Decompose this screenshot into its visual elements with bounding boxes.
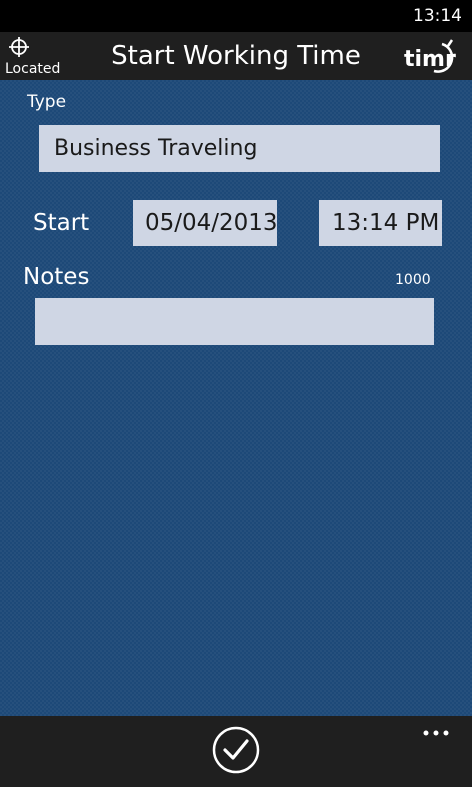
status-time: 13:14 [413, 6, 462, 26]
notes-char-counter: 1000 [395, 272, 431, 288]
start-time-picker[interactable]: 13:14 PM [319, 200, 442, 246]
timr-logo: timr [404, 38, 466, 76]
check-circle-icon [212, 726, 260, 774]
notes-input[interactable] [35, 298, 434, 345]
start-label: Start [33, 210, 90, 236]
app-bar [0, 716, 472, 787]
logo-clock-icon [433, 39, 454, 73]
ellipsis-icon [423, 730, 449, 736]
form-area: Type Business Traveling Start 05/04/2013… [0, 80, 472, 716]
type-label: Type [27, 92, 67, 112]
start-date-picker[interactable]: 05/04/2013 [133, 200, 278, 246]
status-bar: 13:14 [0, 0, 472, 32]
type-selector[interactable]: Business Traveling [39, 125, 440, 172]
confirm-button[interactable] [212, 726, 260, 774]
notes-label: Notes [23, 264, 90, 290]
page-title: Start Working Time [111, 41, 361, 71]
more-options-button[interactable] [422, 720, 450, 740]
header: Located Start Working Time timr [0, 32, 472, 80]
